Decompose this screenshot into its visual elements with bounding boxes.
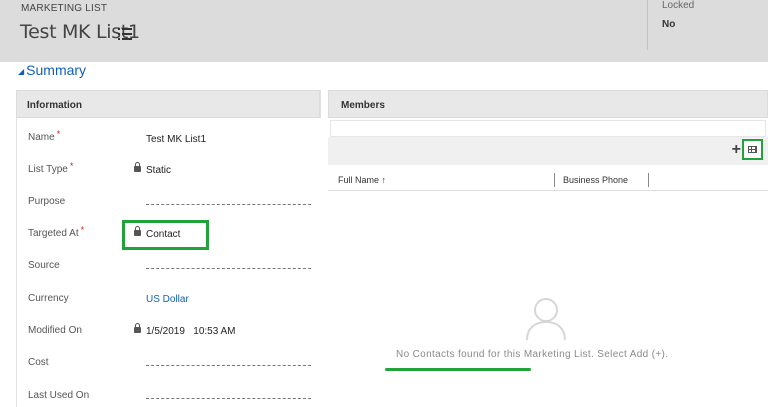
grid-view-button[interactable] bbox=[742, 139, 763, 160]
required-marker: * bbox=[56, 129, 61, 139]
field-label-text: List Type bbox=[28, 164, 68, 175]
targeted-at-highlight bbox=[122, 220, 209, 250]
summary-label: Summary bbox=[26, 62, 87, 78]
lock-icon bbox=[134, 323, 141, 334]
field-value-text: Static bbox=[146, 165, 172, 176]
column-separator[interactable] bbox=[554, 173, 555, 187]
field-label: Source bbox=[28, 260, 60, 271]
person-placeholder-icon bbox=[526, 298, 566, 341]
field-label: Last Used On bbox=[28, 390, 89, 401]
field-value: 1/5/2019 10:53 AM bbox=[134, 323, 236, 337]
members-panel: Members + Full Name ↑ Business Phone No … bbox=[328, 90, 768, 407]
members-toolbar: + bbox=[328, 137, 768, 165]
message-highlight-underline bbox=[385, 368, 531, 371]
required-marker: * bbox=[80, 225, 85, 235]
column-full-name[interactable]: Full Name ↑ bbox=[338, 175, 386, 185]
members-column-header: Full Name ↑ Business Phone bbox=[328, 173, 768, 191]
grid-icon bbox=[748, 146, 757, 153]
members-search-bar[interactable] bbox=[330, 120, 766, 137]
information-body: Name * Test MK List1 List Type * Static Purpos… bbox=[16, 118, 321, 407]
column-business-phone[interactable]: Business Phone bbox=[563, 175, 628, 185]
members-header: Members bbox=[328, 90, 768, 118]
field-value[interactable]: US Dollar bbox=[146, 294, 189, 305]
column-separator[interactable] bbox=[648, 173, 649, 187]
field-label-text: Targeted At bbox=[28, 228, 79, 239]
empty-field-input[interactable] bbox=[146, 365, 311, 366]
field-label-text: Purpose bbox=[28, 196, 66, 207]
field-label: Name * bbox=[28, 129, 61, 143]
entity-type-label: MARKETING LIST bbox=[21, 3, 108, 14]
field-value-text: US Dollar bbox=[146, 294, 189, 305]
field-label: List Type * bbox=[28, 161, 74, 175]
field-label-text: Source bbox=[28, 260, 60, 271]
empty-members-message: No Contacts found for this Marketing Lis… bbox=[396, 349, 669, 360]
column-business-phone-label: Business Phone bbox=[563, 175, 629, 185]
information-header: Information bbox=[16, 90, 320, 118]
locked-label: Locked bbox=[662, 0, 695, 11]
lock-icon bbox=[134, 162, 141, 173]
field-value-text: Test MK List1 bbox=[146, 134, 207, 145]
field-label: Modified On bbox=[28, 325, 82, 336]
field-value[interactable]: Test MK List1 bbox=[146, 134, 206, 145]
empty-field-input[interactable] bbox=[146, 398, 311, 399]
field-label-text: Last Used On bbox=[28, 390, 90, 401]
summary-section-toggle[interactable]: ◢ Summary bbox=[18, 62, 86, 78]
required-marker: * bbox=[69, 161, 74, 171]
field-value: Static bbox=[134, 162, 172, 176]
field-label-text: Currency bbox=[28, 293, 69, 304]
field-value-text: 1/5/2019 10:53 AM bbox=[146, 326, 236, 337]
field-label: Currency bbox=[28, 293, 69, 304]
column-full-name-label: Full Name bbox=[338, 175, 380, 185]
add-member-button[interactable]: + bbox=[732, 141, 741, 159]
empty-field-input[interactable] bbox=[146, 268, 311, 269]
field-label-text: Name bbox=[28, 132, 55, 143]
header-divider bbox=[647, 0, 648, 50]
menu-icon[interactable] bbox=[118, 28, 132, 40]
field-label: Targeted At * bbox=[28, 225, 85, 239]
field-label-text: Modified On bbox=[28, 325, 82, 336]
empty-field-input[interactable] bbox=[146, 204, 311, 205]
field-label-text: Cost bbox=[28, 357, 49, 368]
field-label: Cost bbox=[28, 357, 49, 368]
field-label: Purpose bbox=[28, 196, 65, 207]
locked-value: No bbox=[662, 19, 676, 30]
collapse-triangle-icon: ◢ bbox=[18, 67, 25, 76]
sort-ascending-icon: ↑ bbox=[381, 175, 387, 185]
record-header: MARKETING LIST Test MK List1 Locked No bbox=[0, 0, 768, 62]
